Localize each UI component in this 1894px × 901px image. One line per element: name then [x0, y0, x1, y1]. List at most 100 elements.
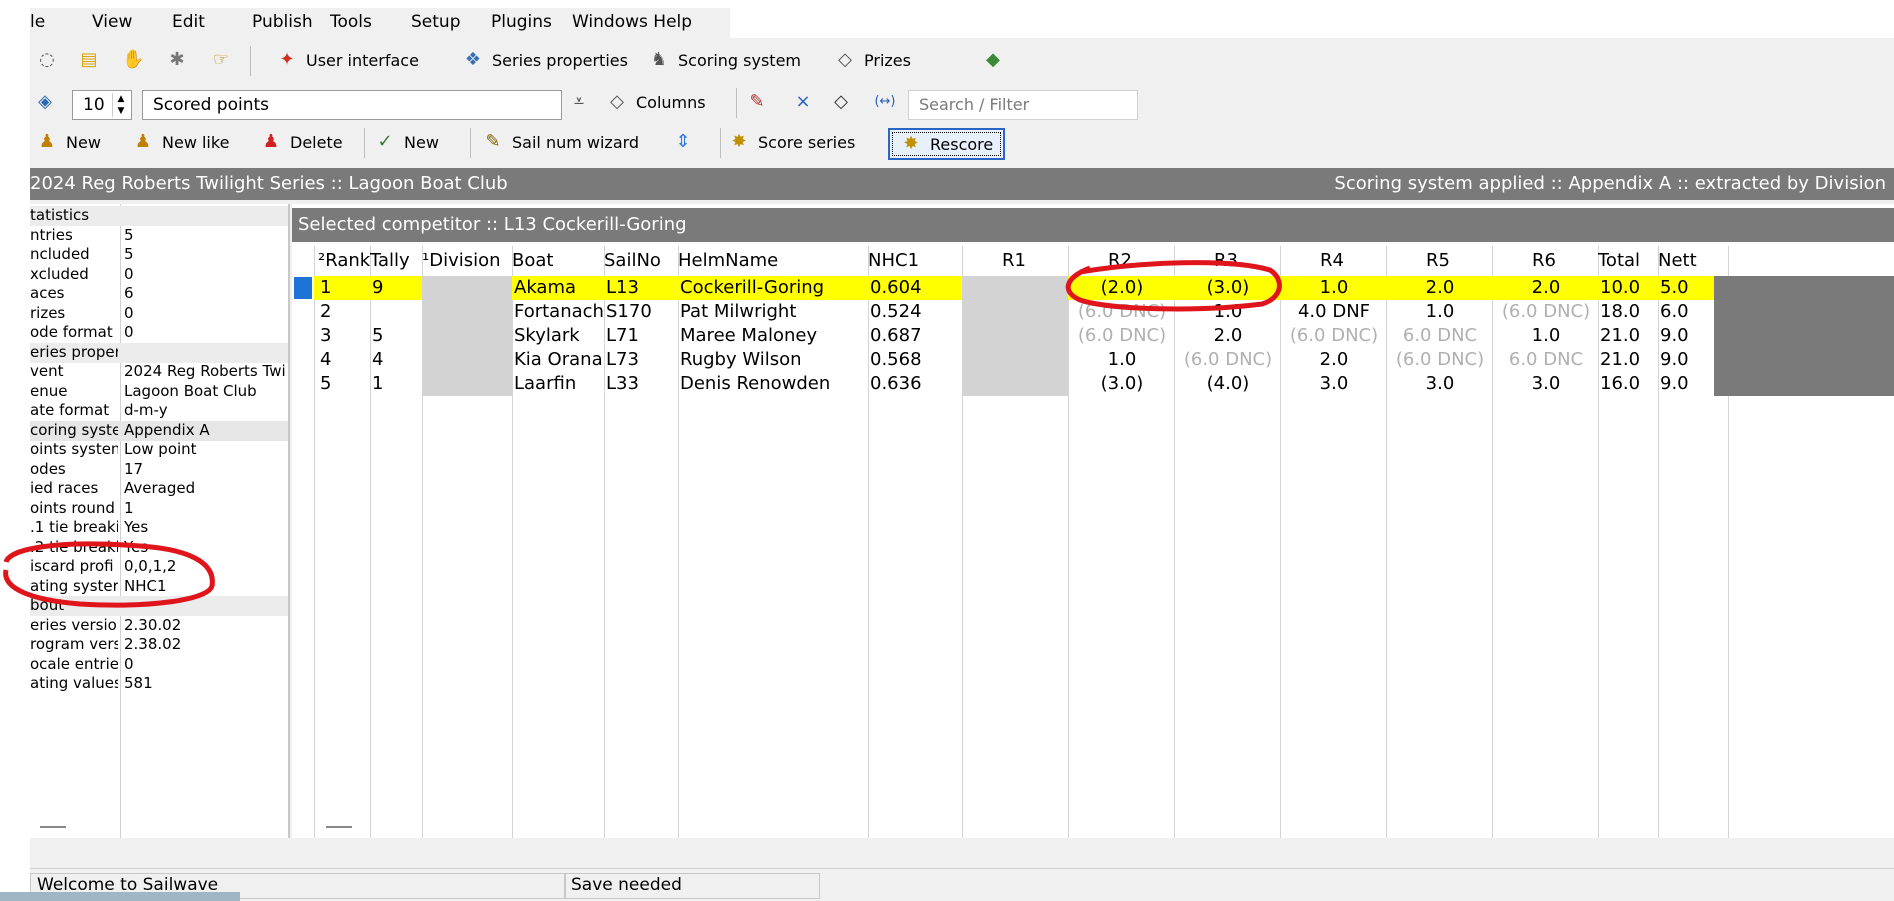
nhc1-cell[interactable]: 0.568 [870, 348, 962, 372]
column-header[interactable]: ²Rank [318, 250, 370, 274]
race-score-cell[interactable]: 2.0 [1176, 324, 1280, 348]
search-input[interactable]: Search / Filter [908, 90, 1138, 120]
property-row[interactable]: .1 tie breaki Yes [30, 518, 288, 538]
column-header[interactable]: Boat [512, 250, 602, 274]
sailno-cell[interactable]: L71 [606, 324, 678, 348]
rank-cell[interactable]: 5 [320, 372, 372, 396]
menu-file[interactable]: le [30, 12, 45, 32]
race-score-cell[interactable]: 1.0 [1176, 300, 1280, 324]
link-button[interactable]: (↔) [874, 88, 896, 116]
eraser-button[interactable]: ◇ [830, 88, 852, 116]
property-row[interactable]: ocale entrie 0 [30, 655, 288, 675]
race-score-cell[interactable]: (3.0) [1070, 372, 1174, 396]
columns-button[interactable]: ◇ Columns [582, 88, 706, 116]
column-header[interactable]: R5 [1386, 250, 1490, 274]
rescore-button[interactable]: ✸ Rescore [888, 128, 1006, 160]
race-score-cell[interactable]: (6.0 DNC) [1388, 348, 1492, 372]
folder-button[interactable]: ▤ [78, 46, 100, 74]
sailno-cell[interactable]: L73 [606, 348, 678, 372]
sort-button[interactable]: ⇕ [672, 128, 694, 156]
property-row[interactable]: iscard profi 0,0,1,2 [30, 557, 288, 577]
property-row[interactable]: bout [30, 596, 288, 616]
nhc1-cell[interactable]: 0.604 [870, 276, 962, 300]
helmname-cell[interactable]: Pat Milwright [680, 300, 868, 324]
property-row[interactable]: ncluded 5 [30, 245, 288, 265]
race-score-cell[interactable]: 6.0 DNC [1388, 324, 1492, 348]
division-cell[interactable] [422, 372, 512, 396]
nett-cell[interactable]: 9.0 [1660, 348, 1728, 372]
helmname-cell[interactable]: Cockerill-Goring [680, 276, 868, 300]
property-row[interactable]: odes 17 [30, 460, 288, 480]
race-score-cell[interactable]: 2.0 [1388, 276, 1492, 300]
rank-cell[interactable]: 1 [320, 276, 372, 300]
property-row[interactable]: rogram vers 2.38.02 [30, 635, 288, 655]
property-row[interactable]: ating values 581 [30, 674, 288, 694]
race-score-cell[interactable]: (6.0 DNC) [1070, 300, 1174, 324]
column-header[interactable]: HelmName [678, 250, 866, 274]
total-cell[interactable]: 21.0 [1600, 348, 1658, 372]
properties-minimise-icon[interactable] [40, 826, 66, 828]
table-row[interactable]: 5 1 Laarfin L33 Denis Renowden 0.636 (3.0) (4.0… [314, 372, 1714, 396]
division-cell[interactable] [422, 300, 512, 324]
sailno-cell[interactable]: L33 [606, 372, 678, 396]
property-row[interactable]: eries versior 2.30.02 [30, 616, 288, 636]
r1-cell[interactable] [962, 276, 1068, 300]
rank-cell[interactable]: 3 [320, 324, 372, 348]
division-cell[interactable] [422, 276, 512, 300]
race-score-cell[interactable]: 2.0 [1494, 276, 1598, 300]
race-score-cell[interactable]: (6.0 DNC) [1176, 348, 1280, 372]
race-score-cell[interactable]: (2.0) [1070, 276, 1174, 300]
property-row[interactable]: tatistics [30, 206, 288, 226]
prizes-button[interactable]: ◇ Prizes [834, 46, 911, 74]
r1-cell[interactable] [962, 348, 1068, 372]
race-score-cell[interactable]: (6.0 DNC) [1494, 300, 1598, 324]
tally-cell[interactable]: 1 [372, 372, 422, 396]
property-row[interactable]: rizes 0 [30, 304, 288, 324]
column-header[interactable]: R4 [1280, 250, 1384, 274]
property-row[interactable]: ntries 5 [30, 226, 288, 246]
property-row[interactable]: oints round 1 [30, 499, 288, 519]
rows-spinner[interactable]: 10 ▲ ▼ [72, 90, 132, 120]
column-header[interactable]: NHC1 [868, 250, 960, 274]
menu-plugins[interactable]: Plugins [491, 12, 552, 32]
menu-publish[interactable]: Publish [252, 12, 313, 32]
boat-cell[interactable]: Fortanach [514, 300, 604, 324]
new-race-button[interactable]: ✓ New [374, 128, 438, 156]
spinner-arrows-icon[interactable]: ▲ ▼ [112, 93, 129, 117]
total-cell[interactable]: 18.0 [1600, 300, 1658, 324]
scoring-system-button[interactable]: ♞ Scoring system [648, 46, 801, 74]
view-combo[interactable]: Scored points [142, 90, 562, 120]
column-header[interactable]: ¹Division [422, 250, 510, 274]
race-score-cell[interactable]: 1.0 [1282, 276, 1386, 300]
race-score-cell[interactable]: (6.0 DNC) [1070, 324, 1174, 348]
column-header[interactable]: R6 [1492, 250, 1596, 274]
race-score-cell[interactable]: 6.0 DNC [1494, 348, 1598, 372]
r1-cell[interactable] [962, 372, 1068, 396]
boat-cell[interactable]: Laarfin [514, 372, 604, 396]
tally-cell[interactable]: 5 [372, 324, 422, 348]
property-row[interactable]: enue Lagoon Boat Club [30, 382, 288, 402]
helmname-cell[interactable]: Maree Maloney [680, 324, 868, 348]
table-row[interactable]: 4 4 Kia Orana L73 Rugby Wilson 0.568 1.0 (6.0 D… [314, 348, 1714, 372]
boat-cell[interactable]: Skylark [514, 324, 604, 348]
nhc1-cell[interactable]: 0.636 [870, 372, 962, 396]
division-cell[interactable] [422, 348, 512, 372]
menu-windows-help[interactable]: Windows Help [572, 12, 692, 32]
property-row[interactable]: aces 6 [30, 284, 288, 304]
wizard-button[interactable]: ☞ [210, 46, 232, 74]
column-header[interactable]: Nett [1658, 250, 1726, 274]
r1-cell[interactable] [962, 324, 1068, 348]
boat-cell[interactable]: Akama [514, 276, 604, 300]
nett-cell[interactable]: 6.0 [1660, 300, 1728, 324]
race-score-cell[interactable]: 3.0 [1494, 372, 1598, 396]
nett-cell[interactable]: 9.0 [1660, 372, 1728, 396]
column-header[interactable]: Tally [370, 250, 420, 274]
table-row[interactable]: 3 5 Skylark L71 Maree Maloney 0.687 (6.0 DNC) 2… [314, 324, 1714, 348]
menu-view[interactable]: View [92, 12, 132, 32]
race-score-cell[interactable]: 1.0 [1388, 300, 1492, 324]
clear-button[interactable]: × [792, 88, 814, 116]
property-row[interactable]: xcluded 0 [30, 265, 288, 285]
column-header[interactable]: Total [1598, 250, 1656, 274]
score-series-button[interactable]: ✸ Score series [728, 128, 855, 156]
property-row[interactable]: oints systen Low point [30, 440, 288, 460]
